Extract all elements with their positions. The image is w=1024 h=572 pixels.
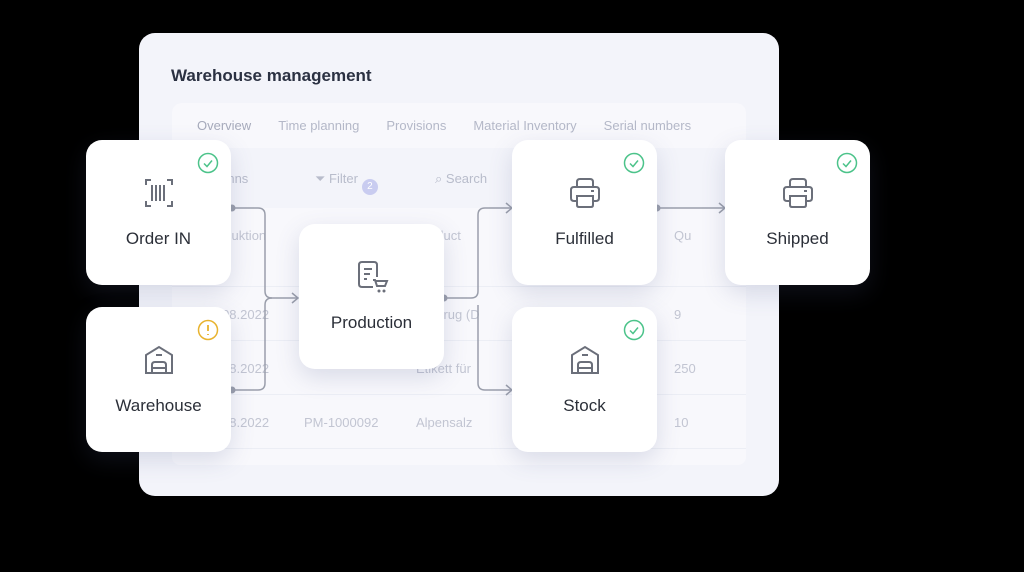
warehouse-icon [571, 345, 599, 374]
flow-card-shipped[interactable]: Shipped [725, 140, 870, 285]
check-circle-icon [623, 319, 645, 341]
check-circle-icon [623, 152, 645, 174]
card-label: Production [330, 313, 413, 332]
card-label: Stock [563, 396, 606, 415]
flow-card-order-in[interactable]: Order IN [86, 140, 231, 285]
barcode-icon [145, 179, 173, 207]
document-cart-icon [358, 261, 389, 293]
card-label: Shipped [766, 229, 829, 248]
card-label: Fulfilled [555, 229, 614, 248]
check-circle-icon [197, 152, 219, 174]
flow-card-warehouse[interactable]: Warehouse [86, 307, 231, 452]
warning-circle-icon [197, 319, 219, 341]
flow-card-fulfilled[interactable]: Fulfilled [512, 140, 657, 285]
flow-card-stock[interactable]: Stock [512, 307, 657, 452]
warehouse-icon [145, 345, 173, 374]
card-label: Warehouse [115, 396, 202, 415]
printer-icon [570, 178, 600, 208]
check-circle-icon [836, 152, 858, 174]
flow-card-production[interactable]: Production [299, 224, 444, 369]
card-label: Order IN [125, 229, 192, 248]
flow-connectors [228, 202, 727, 396]
printer-icon [783, 178, 813, 208]
